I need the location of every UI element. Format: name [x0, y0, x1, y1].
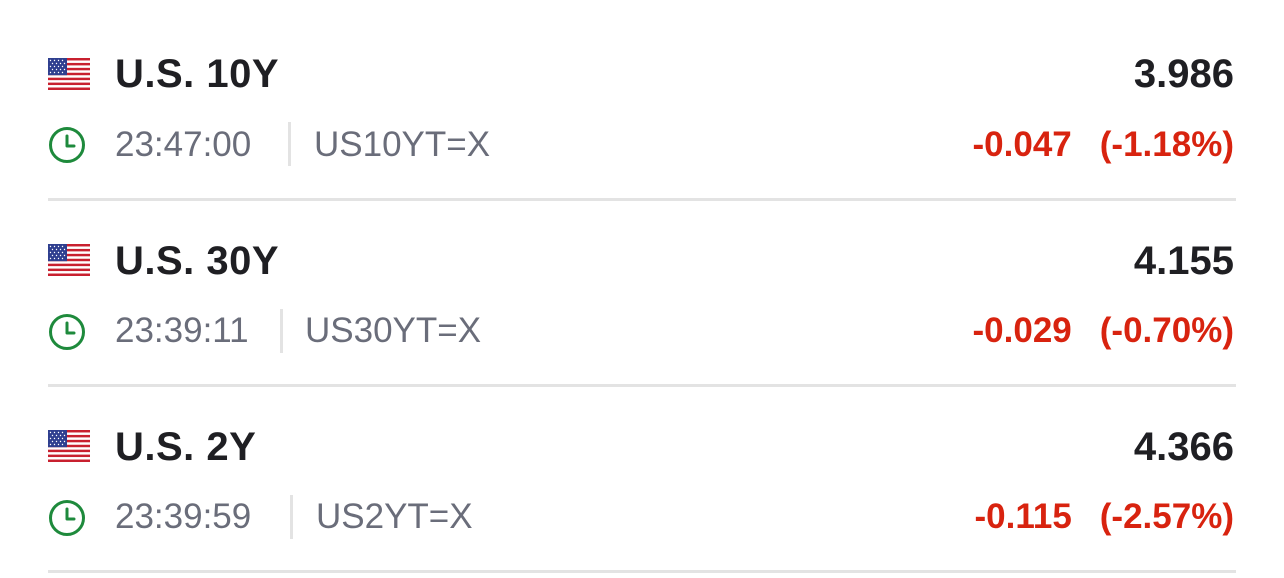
- clock-icon: [48, 499, 86, 537]
- change-percent: (-0.70%): [1099, 311, 1234, 350]
- change-value: -0.115: [974, 497, 1072, 536]
- quote-time: 23:39:11: [115, 311, 249, 350]
- quote-price: 4.366: [1133, 425, 1234, 469]
- quote-row[interactable]: U.S. 2Y 4.366 23:39:59 US2YT=X -0.115 (-2…: [48, 387, 1236, 573]
- quote-name: U.S. 2Y: [115, 425, 257, 469]
- us-flag-icon: [48, 58, 90, 90]
- quote-ticker: US2YT=X: [316, 497, 473, 536]
- change-percent: (-2.57%): [1099, 497, 1234, 536]
- quote-time: 23:47:00: [115, 125, 252, 164]
- quote-ticker: US10YT=X: [314, 125, 491, 164]
- quote-price: 3.986: [1133, 52, 1234, 96]
- us-flag-icon: [48, 244, 90, 276]
- quote-change: -0.115 (-2.57%): [974, 496, 1234, 538]
- quote-change: -0.047 (-1.18%): [973, 124, 1234, 166]
- change-value: -0.029: [972, 311, 1072, 350]
- change-percent: (-1.18%): [1099, 125, 1234, 164]
- quote-row[interactable]: U.S. 10Y 3.986 23:47:00 US10YT=X -0.047 (…: [48, 0, 1236, 201]
- quote-name: U.S. 30Y: [115, 239, 280, 283]
- quote-row[interactable]: U.S. 30Y 4.155 23:39:11 US30YT=X -0.029 (…: [48, 201, 1236, 387]
- separator: [280, 309, 283, 353]
- change-value: -0.047: [972, 125, 1072, 164]
- clock-icon: [48, 313, 86, 351]
- quote-list: U.S. 10Y 3.986 23:47:00 US10YT=X -0.047 (…: [48, 0, 1236, 573]
- quote-price: 4.155: [1133, 239, 1234, 283]
- clock-icon: [48, 126, 86, 164]
- us-flag-icon: [48, 430, 90, 462]
- quote-ticker: US30YT=X: [305, 311, 482, 350]
- quote-change: -0.029 (-0.70%): [973, 310, 1234, 352]
- quote-time: 23:39:59: [115, 497, 252, 536]
- separator: [290, 495, 293, 539]
- separator: [288, 122, 291, 166]
- quote-name: U.S. 10Y: [115, 52, 280, 96]
